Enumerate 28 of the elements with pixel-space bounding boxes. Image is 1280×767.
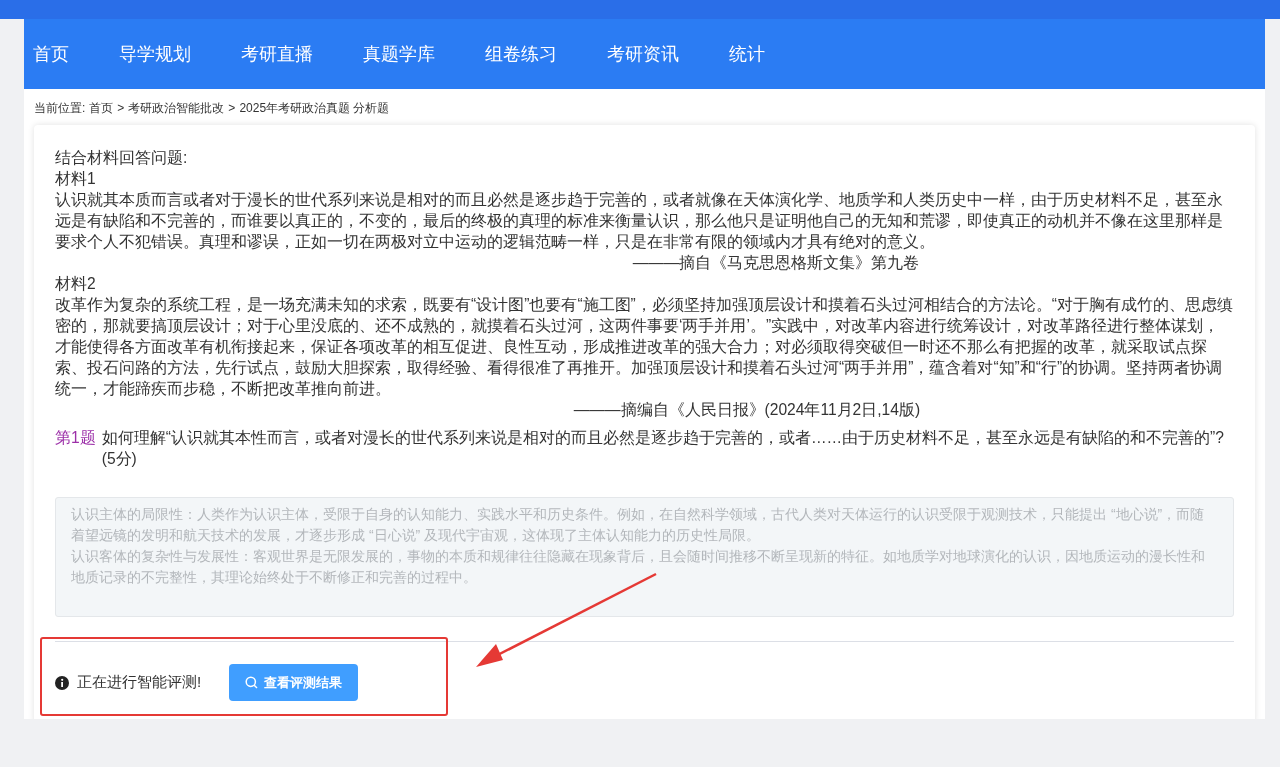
nav-tab[interactable]: 考研直播 [241, 40, 313, 68]
nav-tab[interactable]: 考研资讯 [607, 40, 679, 68]
instruction-text: 结合材料回答问题: [55, 148, 189, 168]
breadcrumb-separator: > [117, 100, 125, 117]
material-title: 材料2 [55, 274, 97, 294]
search-icon [245, 676, 259, 689]
breadcrumb-link[interactable]: 首页 [89, 99, 114, 117]
nav-tab[interactable]: 组卷练习 [485, 40, 557, 68]
nav-tab[interactable]: 首页 [33, 40, 69, 68]
nav-tab[interactable]: 导学规划 [119, 40, 191, 68]
breadcrumb-separator: > [228, 100, 236, 117]
breadcrumb-label: 当前位置: [34, 100, 86, 117]
breadcrumb-link[interactable]: 考研政治智能批改 [128, 99, 225, 117]
material-source: ———摘编自《人民日报》(2024年11月2日,14版) [572, 400, 922, 420]
material-source: ———摘自《马克思恩格斯文集》第九卷 [631, 253, 921, 273]
material-text: 认识就其本质而言或者对于漫长的世代系列来说是相对的而且必然是逐步趋于完善的，或者就像在天体演化学、地质学和人类历史中一样，由于历史材料不足，甚至永远是有缺陷和不完善的，而谁要以真正的，不变的，最后的终极的真理的标准来衡量认识，那么他只是证明他自己的无知和荒谬，即使真正的动机并不像在这里那样是要求个人不犯错误。真理和谬误，正如一切在两极对立中运动的逻辑范畴一样，只是在非常有限的领域内才具有绝对的意义。 [55, 190, 1224, 252]
question-text: 如何理解“认识就其本性而言，或者对漫长的世代系列来说是相对的而且必然是逐步趋于完善的，或者……由于历史材料不足，甚至永远是有缺陷的和不完善的”?(5分) [101, 428, 1225, 469]
nav-tab[interactable]: 真题学库 [363, 40, 435, 68]
question-number: 第1题 [55, 428, 96, 448]
answer-text: 认识客体的复杂性与发展性：客观世界是无限发展的，事物的本质和规律往往隐藏在现象背后，且会随时间推移不断呈现新的特征。如地质学对地球演化的认识，因地质运动的漫长性和地质记录的不完整性，其理论始终处于不断修正和完善的过程中。 [71, 547, 1206, 587]
status-message: 正在进行智能评测! [77, 672, 202, 693]
nav-tab[interactable]: 统计 [729, 40, 765, 68]
material-text: 改革作为复杂的系统工程，是一场充满未知的求索，既要有“设计图”也要有“施工图”，必须坚持加强顶层设计和摸着石头过河相结合的方法论。“对于胸有成竹的、思虑缜密的，那就要搞顶层设计；对于心里没底的、还不成熟的，就摸着石头过河，这两件事要‘两手并用’。”实践中，对改革内容进行统筹设计，对改革路径进行整体谋划，才能使得各方面改革有机衔接起来，保证各项改革的相互促进、良性互动，形成推进改革的强大合力；对必须取得突破但一时还不那么有把握的改革，就采取试点探索、投石问路的方法，先行试点，鼓励大胆探索，取得经验、看得很准了再推开。加强顶层设计和摸着石头过河“两手并用”，蕴含着对“知”和“行”的协调。坚持两者协调统一，才能蹄疾而步稳，不断把改革推向前进。 [55, 295, 1234, 399]
breadcrumb-link[interactable]: 2025年考研政治真题 分析题 [239, 99, 390, 117]
material-title: 材料1 [55, 169, 97, 189]
answer-text: 认识主体的局限性：人类作为认识主体，受限于自身的认知能力、实践水平和历史条件。例如，在自然科学领域，古代人类对天体运行的认识受限于观测技术，只能提出 “地心说”，而随着望远镜的发明和航天技术的发展，才逐步形成 “日心说” 及现代宇宙观，这体现了主体认知能力的历史性局限。 [71, 505, 1206, 545]
info-icon [55, 675, 69, 690]
view-results-button[interactable]: 查看评测结果 [229, 664, 359, 701]
